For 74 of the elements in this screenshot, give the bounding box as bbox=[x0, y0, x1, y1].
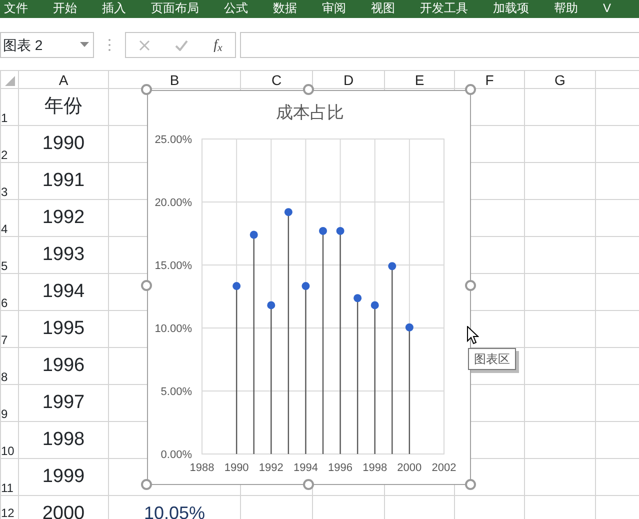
cursor-icon bbox=[467, 326, 479, 345]
y-axis-label: 20.00% bbox=[154, 197, 192, 209]
resize-handle[interactable] bbox=[141, 280, 152, 291]
column-header[interactable]: C bbox=[240, 70, 312, 88]
table-cell: 1998 bbox=[18, 422, 108, 458]
row-header[interactable]: 5 bbox=[0, 236, 18, 274]
table-cell: 1995 bbox=[18, 310, 108, 348]
y-axis-label: 0.00% bbox=[160, 449, 192, 461]
menu-tab[interactable]: 数据 bbox=[273, 1, 297, 15]
menu-tab[interactable]: 插入 bbox=[102, 1, 126, 15]
column-header[interactable]: G bbox=[524, 70, 596, 88]
row-header[interactable]: 8 bbox=[0, 348, 18, 384]
table-cell: 1999 bbox=[18, 458, 108, 496]
column-header[interactable]: B bbox=[108, 70, 240, 88]
formula-input[interactable] bbox=[240, 32, 639, 58]
x-axis-label: 1992 bbox=[258, 462, 284, 474]
resize-handle[interactable] bbox=[465, 280, 476, 291]
row-header[interactable]: 12 bbox=[0, 496, 18, 519]
menu-tab[interactable]: 页面布局 bbox=[151, 1, 199, 15]
grip-icon bbox=[108, 39, 111, 51]
column-header[interactable]: F bbox=[454, 70, 524, 88]
chart-title: 成本占比 bbox=[276, 103, 344, 122]
menu-tab[interactable]: 帮助 bbox=[554, 1, 578, 15]
x-axis-label: 2002 bbox=[432, 462, 456, 474]
row-header[interactable]: 2 bbox=[0, 126, 18, 162]
table-cell: 年份 bbox=[18, 88, 108, 126]
row-header[interactable]: 10 bbox=[0, 422, 18, 458]
resize-handle[interactable] bbox=[303, 479, 314, 490]
row-header[interactable]: 6 bbox=[0, 274, 18, 310]
menu-tab[interactable]: 文件 bbox=[4, 1, 28, 15]
menu-tab[interactable]: V bbox=[603, 1, 612, 15]
column-header[interactable]: D bbox=[312, 70, 384, 88]
menu-tab[interactable]: 开始 bbox=[53, 1, 77, 15]
row-header[interactable]: 9 bbox=[0, 384, 18, 422]
x-axis-label: 1996 bbox=[328, 462, 353, 474]
table-cell: 1991 bbox=[18, 162, 108, 200]
x-axis-label: 1990 bbox=[224, 462, 249, 474]
resize-handle[interactable] bbox=[141, 479, 152, 490]
x-axis-label: 1998 bbox=[362, 462, 388, 474]
y-axis-label: 5.00% bbox=[160, 386, 192, 398]
x-axis-label: 1988 bbox=[190, 462, 214, 474]
y-axis-label: 10.00% bbox=[154, 323, 192, 335]
table-cell: 1990 bbox=[18, 126, 108, 162]
table-cell: 1997 bbox=[18, 384, 108, 422]
row-header[interactable]: 1 bbox=[0, 88, 18, 126]
column-header[interactable]: E bbox=[384, 70, 454, 88]
row-header[interactable]: 3 bbox=[0, 162, 18, 200]
table-cell: 1994 bbox=[18, 274, 108, 310]
column-header[interactable]: A bbox=[18, 70, 108, 88]
insert-function-button[interactable]: f$_{x}$ bbox=[214, 34, 222, 56]
menu-tab[interactable]: 视图 bbox=[371, 1, 395, 15]
menu-tab[interactable]: 审阅 bbox=[322, 1, 346, 15]
table-cell: 1992 bbox=[18, 200, 108, 236]
tooltip: 图表区 bbox=[468, 348, 516, 370]
cancel-icon[interactable] bbox=[138, 40, 150, 50]
x-axis-label: 2000 bbox=[397, 462, 422, 474]
y-axis-label: 15.00% bbox=[154, 260, 192, 272]
menu-tab[interactable]: 加载项 bbox=[493, 1, 529, 15]
dropdown-caret-icon[interactable] bbox=[80, 42, 89, 48]
select-all-icon[interactable] bbox=[4, 76, 14, 86]
menu-tab[interactable]: 公式 bbox=[224, 1, 248, 15]
x-axis-label: 1994 bbox=[293, 462, 318, 474]
chart-area[interactable]: 成本占比 1988 1990 1992 1994 1996 1998 2000 2002 0.00% 5.00% 10.00% 15.00% 20.00% 25.00% bbox=[147, 90, 471, 485]
resize-handle[interactable] bbox=[465, 479, 476, 490]
menu-tab[interactable]: 开发工具 bbox=[420, 1, 468, 15]
row-header[interactable]: 4 bbox=[0, 200, 18, 236]
name-box-value: 图表 2 bbox=[3, 36, 43, 54]
checkmark-icon[interactable] bbox=[175, 40, 188, 50]
table-cell: 1996 bbox=[18, 348, 108, 384]
row-header[interactable]: 11 bbox=[0, 458, 18, 496]
y-axis-label: 25.00% bbox=[154, 134, 192, 146]
table-cell: 1993 bbox=[18, 236, 108, 274]
name-box[interactable]: 图表 2 bbox=[0, 32, 94, 58]
row-header[interactable]: 7 bbox=[0, 310, 18, 348]
